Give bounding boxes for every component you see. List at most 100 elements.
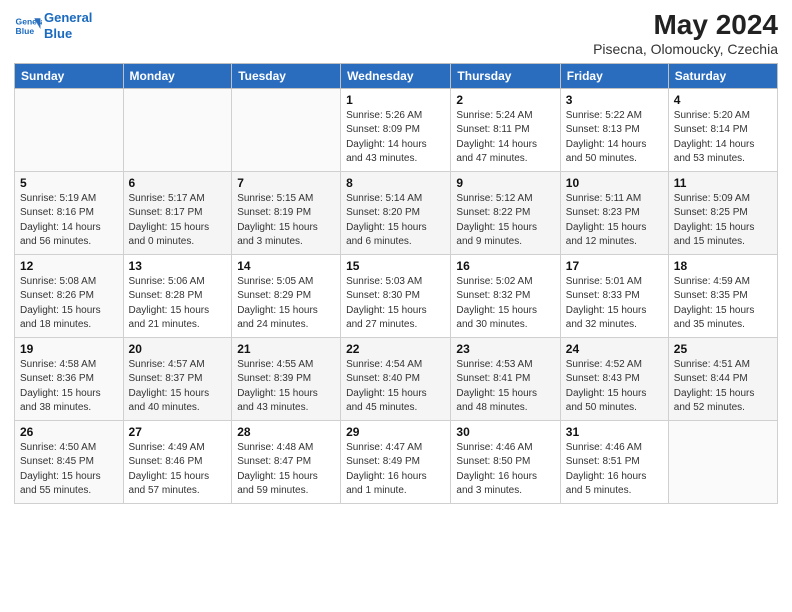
day-info: Sunrise: 4:58 AM Sunset: 8:36 PM Dayligh… [20,358,118,416]
calendar-cell: 1Sunrise: 5:26 AM Sunset: 8:09 PM Daylig… [341,88,451,171]
calendar-week-row: 26 Sunrise: 4:50 AM Sunset: 8:45 PM Dayli… [15,420,778,503]
day-info: Sunrise: 4:54 AM Sunset: 8:40 PM Dayligh… [346,358,445,416]
day-number: 19 [20,342,118,356]
day-number: 29 [346,425,445,439]
day-number: 27 [129,425,227,439]
day-number: 16 [456,259,554,273]
day-number: 21 [237,342,335,356]
day-info: Sunrise: 5:08 AM Sunset: 8:26 PM Dayligh… [20,275,118,333]
calendar-cell: 24Sunrise: 4:52 AM Sunset: 8:43 PM Dayli… [560,337,668,420]
day-info: Sunrise: 4:48 AM Sunset: 8:47 PM Dayligh… [237,441,335,499]
page: General Blue General Blue May 2024 Pisec… [0,0,792,612]
calendar-cell: 22Sunrise: 4:54 AM Sunset: 8:40 PM Dayli… [341,337,451,420]
page-title: May 2024 [593,10,778,41]
day-number: 18 [674,259,772,273]
day-number: 8 [346,176,445,190]
day-info: Sunrise: 4:49 AM Sunset: 8:46 PM Dayligh… [129,441,227,499]
calendar-cell: 8 Sunrise: 5:14 AM Sunset: 8:20 PM Daylig… [341,171,451,254]
calendar-week-row: 19 Sunrise: 4:58 AM Sunset: 8:36 PM Dayli… [15,337,778,420]
calendar-cell: 12 Sunrise: 5:08 AM Sunset: 8:26 PM Dayli… [15,254,124,337]
day-info: Sunrise: 5:03 AM Sunset: 8:30 PM Dayligh… [346,275,445,333]
calendar-cell: 3 Sunrise: 5:22 AM Sunset: 8:13 PM Daylig… [560,88,668,171]
day-info: Sunrise: 4:59 AM Sunset: 8:35 PM Dayligh… [674,275,772,333]
day-number: 3 [566,93,663,107]
calendar-cell: 5Sunrise: 5:19 AM Sunset: 8:16 PM Daylig… [15,171,124,254]
header: General Blue General Blue May 2024 Pisec… [14,10,778,57]
calendar-header-sunday: Sunday [15,63,124,88]
calendar-cell: 6Sunrise: 5:17 AM Sunset: 8:17 PM Daylig… [123,171,232,254]
calendar-week-row: 1Sunrise: 5:26 AM Sunset: 8:09 PM Daylig… [15,88,778,171]
calendar-header-monday: Monday [123,63,232,88]
calendar-cell: 26 Sunrise: 4:50 AM Sunset: 8:45 PM Dayli… [15,420,124,503]
day-info: Sunrise: 5:24 AM Sunset: 8:11 PM Dayligh… [456,109,554,167]
logo-icon: General Blue [14,12,42,40]
day-number: 26 [20,425,118,439]
calendar-cell: 15 Sunrise: 5:03 AM Sunset: 8:30 PM Dayli… [341,254,451,337]
day-info: Sunrise: 4:47 AM Sunset: 8:49 PM Dayligh… [346,441,445,499]
day-number: 23 [456,342,554,356]
calendar-header-wednesday: Wednesday [341,63,451,88]
calendar-cell: 10 Sunrise: 5:11 AM Sunset: 8:23 PM Dayli… [560,171,668,254]
calendar-cell: 11 Sunrise: 5:09 AM Sunset: 8:25 PM Dayli… [668,171,777,254]
calendar-cell: 4 Sunrise: 5:20 AM Sunset: 8:14 PM Daylig… [668,88,777,171]
day-info: Sunrise: 4:50 AM Sunset: 8:45 PM Dayligh… [20,441,118,499]
day-number: 25 [674,342,772,356]
calendar-table: SundayMondayTuesdayWednesdayThursdayFrid… [14,63,778,504]
day-info: Sunrise: 4:55 AM Sunset: 8:39 PM Dayligh… [237,358,335,416]
calendar-cell: 17Sunrise: 5:01 AM Sunset: 8:33 PM Dayli… [560,254,668,337]
day-number: 15 [346,259,445,273]
day-info: Sunrise: 5:11 AM Sunset: 8:23 PM Dayligh… [566,192,663,250]
calendar-cell: 18 Sunrise: 4:59 AM Sunset: 8:35 PM Dayli… [668,254,777,337]
calendar-cell: 20 Sunrise: 4:57 AM Sunset: 8:37 PM Dayli… [123,337,232,420]
day-info: Sunrise: 5:06 AM Sunset: 8:28 PM Dayligh… [129,275,227,333]
day-info: Sunrise: 5:20 AM Sunset: 8:14 PM Dayligh… [674,109,772,167]
day-info: Sunrise: 4:46 AM Sunset: 8:50 PM Dayligh… [456,441,554,499]
calendar-header-thursday: Thursday [451,63,560,88]
calendar-cell: 7Sunrise: 5:15 AM Sunset: 8:19 PM Daylig… [232,171,341,254]
day-info: Sunrise: 5:09 AM Sunset: 8:25 PM Dayligh… [674,192,772,250]
logo-text-general: General [44,10,92,26]
calendar-header-friday: Friday [560,63,668,88]
day-number: 12 [20,259,118,273]
day-number: 20 [129,342,227,356]
calendar-cell: 29 Sunrise: 4:47 AM Sunset: 8:49 PM Dayli… [341,420,451,503]
day-info: Sunrise: 5:22 AM Sunset: 8:13 PM Dayligh… [566,109,663,167]
calendar-cell: 31 Sunrise: 4:46 AM Sunset: 8:51 PM Dayli… [560,420,668,503]
calendar-header-tuesday: Tuesday [232,63,341,88]
day-info: Sunrise: 4:51 AM Sunset: 8:44 PM Dayligh… [674,358,772,416]
page-subtitle: Pisecna, Olomoucky, Czechia [593,41,778,57]
day-number: 11 [674,176,772,190]
day-number: 28 [237,425,335,439]
day-number: 14 [237,259,335,273]
calendar-cell [123,88,232,171]
calendar-cell [232,88,341,171]
day-number: 13 [129,259,227,273]
day-info: Sunrise: 5:19 AM Sunset: 8:16 PM Dayligh… [20,192,118,250]
title-block: May 2024 Pisecna, Olomoucky, Czechia [593,10,778,57]
calendar-cell [668,420,777,503]
calendar-cell: 2 Sunrise: 5:24 AM Sunset: 8:11 PM Daylig… [451,88,560,171]
day-number: 10 [566,176,663,190]
day-info: Sunrise: 4:57 AM Sunset: 8:37 PM Dayligh… [129,358,227,416]
day-info: Sunrise: 5:02 AM Sunset: 8:32 PM Dayligh… [456,275,554,333]
calendar-cell: 25 Sunrise: 4:51 AM Sunset: 8:44 PM Dayli… [668,337,777,420]
day-number: 2 [456,93,554,107]
day-number: 4 [674,93,772,107]
calendar-week-row: 5Sunrise: 5:19 AM Sunset: 8:16 PM Daylig… [15,171,778,254]
calendar-cell: 28 Sunrise: 4:48 AM Sunset: 8:47 PM Dayli… [232,420,341,503]
calendar-week-row: 12 Sunrise: 5:08 AM Sunset: 8:26 PM Dayli… [15,254,778,337]
calendar-cell: 30 Sunrise: 4:46 AM Sunset: 8:50 PM Dayli… [451,420,560,503]
day-info: Sunrise: 4:52 AM Sunset: 8:43 PM Dayligh… [566,358,663,416]
calendar-cell: 13 Sunrise: 5:06 AM Sunset: 8:28 PM Dayli… [123,254,232,337]
day-number: 30 [456,425,554,439]
calendar-cell [15,88,124,171]
day-info: Sunrise: 5:12 AM Sunset: 8:22 PM Dayligh… [456,192,554,250]
day-info: Sunrise: 4:46 AM Sunset: 8:51 PM Dayligh… [566,441,663,499]
day-number: 31 [566,425,663,439]
calendar-cell: 27 Sunrise: 4:49 AM Sunset: 8:46 PM Dayli… [123,420,232,503]
day-info: Sunrise: 5:14 AM Sunset: 8:20 PM Dayligh… [346,192,445,250]
calendar-cell: 16 Sunrise: 5:02 AM Sunset: 8:32 PM Dayli… [451,254,560,337]
svg-text:Blue: Blue [16,25,35,35]
day-info: Sunrise: 5:05 AM Sunset: 8:29 PM Dayligh… [237,275,335,333]
calendar-cell: 19 Sunrise: 4:58 AM Sunset: 8:36 PM Dayli… [15,337,124,420]
